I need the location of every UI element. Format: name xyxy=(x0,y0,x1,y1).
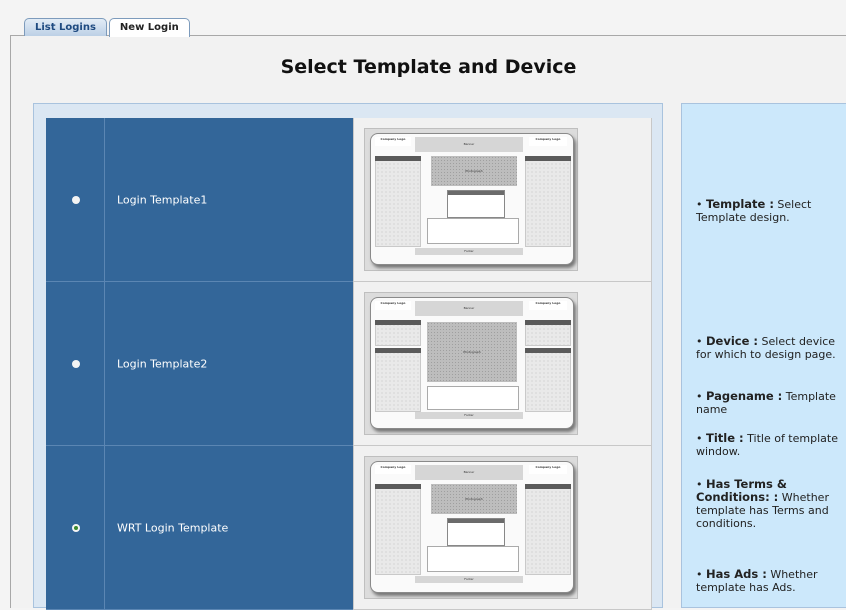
thumb-logo: Company Logo xyxy=(375,301,411,310)
template-row: Login Template1 Company Logo Banner Comp… xyxy=(46,118,652,282)
thumb-banner: Banner xyxy=(415,465,523,480)
thumb-column-header xyxy=(525,320,571,325)
template-thumbnail[interactable]: Company Logo Banner Company Logo Photogr… xyxy=(364,456,578,599)
thumb-photograph: Photograph xyxy=(427,322,517,382)
help-panel: • Template : Select Template design. • D… xyxy=(681,103,846,608)
template-name: Login Template1 xyxy=(117,193,208,206)
thumb-text-area xyxy=(427,386,519,410)
thumb-column-header xyxy=(525,156,571,161)
radio-cell xyxy=(46,282,105,446)
template-name-cell: WRT Login Template xyxy=(105,446,353,610)
thumb-text-area xyxy=(427,218,519,244)
thumb-column-header xyxy=(525,484,571,489)
help-item-ads: • Has Ads : Whether template has Ads. xyxy=(696,567,818,595)
template-thumbnail[interactable]: Company Logo Banner Company Logo Photogr… xyxy=(364,128,578,271)
template-thumbnail[interactable]: Company Logo Banner Company Logo Photogr… xyxy=(364,292,578,435)
template-preview-cell: Company Logo Banner Company Logo Photogr… xyxy=(353,118,652,282)
thumb-footer: Footer xyxy=(415,576,523,583)
template-name: Login Template2 xyxy=(117,357,208,370)
help-item-pagename: • Pagename : Template name xyxy=(696,389,836,417)
template-name-cell: Login Template2 xyxy=(105,282,353,446)
tab-list-logins[interactable]: List Logins xyxy=(24,18,107,36)
thumb-left-column xyxy=(375,350,421,412)
thumb-right-column xyxy=(525,350,571,412)
help-term: Has Ads : xyxy=(706,567,767,581)
help-term: Pagename : xyxy=(706,389,783,403)
template-name-cell: Login Template1 xyxy=(105,118,353,282)
thumb-logo: Company Logo xyxy=(529,301,567,310)
thumb-column-header xyxy=(525,348,571,353)
template-row: Login Template2 Company Logo Banner Comp… xyxy=(46,282,652,446)
thumb-right-column xyxy=(525,157,571,247)
tab-bar: List Logins New Login xyxy=(24,18,192,37)
thumb-column-header xyxy=(375,484,421,489)
thumb-footer: Footer xyxy=(415,248,523,255)
help-term: Device : xyxy=(706,334,759,348)
template-radio-1[interactable] xyxy=(72,195,80,204)
thumb-signup-panel xyxy=(525,322,571,346)
help-item-title: • Title : Title of template window. xyxy=(696,431,838,459)
template-radio-2[interactable] xyxy=(72,359,80,368)
thumb-text-area xyxy=(427,546,519,572)
tab-new-login[interactable]: New Login xyxy=(108,18,190,37)
thumb-logo: Company Logo xyxy=(375,137,411,146)
template-row: WRT Login Template Company Logo Banner C… xyxy=(46,446,652,610)
help-term: Template : xyxy=(706,197,774,211)
template-preview-cell: Company Logo Banner Company Logo Photogr… xyxy=(353,446,652,610)
template-preview-cell: Company Logo Banner Company Logo Photogr… xyxy=(353,282,652,446)
thumb-logo: Company Logo xyxy=(529,137,567,146)
thumb-photograph: Photograph xyxy=(431,156,517,186)
template-radio-3[interactable] xyxy=(72,523,80,532)
help-item-template: • Template : Select Template design. xyxy=(696,197,812,225)
thumb-column-header xyxy=(375,320,421,325)
radio-cell xyxy=(46,118,105,282)
radio-cell xyxy=(46,446,105,610)
thumb-login-box xyxy=(447,190,505,218)
page-title: Select Template and Device xyxy=(280,56,577,78)
thumb-banner: Banner xyxy=(415,301,523,316)
thumb-left-column xyxy=(375,485,421,575)
thumb-left-column xyxy=(375,157,421,247)
thumb-login-panel xyxy=(375,322,421,346)
template-name: WRT Login Template xyxy=(117,521,229,534)
thumb-login-box xyxy=(447,518,505,546)
thumb-right-column xyxy=(525,485,571,575)
thumb-footer: Footer xyxy=(415,412,523,419)
help-term: Has Terms & Conditions: : xyxy=(696,477,787,504)
help-term: Title : xyxy=(706,431,744,445)
thumb-logo: Company Logo xyxy=(375,465,411,474)
help-item-terms: • Has Terms & Conditions: : Whether temp… xyxy=(696,477,829,531)
thumb-logo: Company Logo xyxy=(529,465,567,474)
thumb-photograph: Photograph xyxy=(431,484,517,514)
thumb-column-header xyxy=(375,348,421,353)
thumb-column-header xyxy=(375,156,421,161)
thumb-banner: Banner xyxy=(415,137,523,152)
help-item-device: • Device : Select device for which to de… xyxy=(696,334,836,362)
